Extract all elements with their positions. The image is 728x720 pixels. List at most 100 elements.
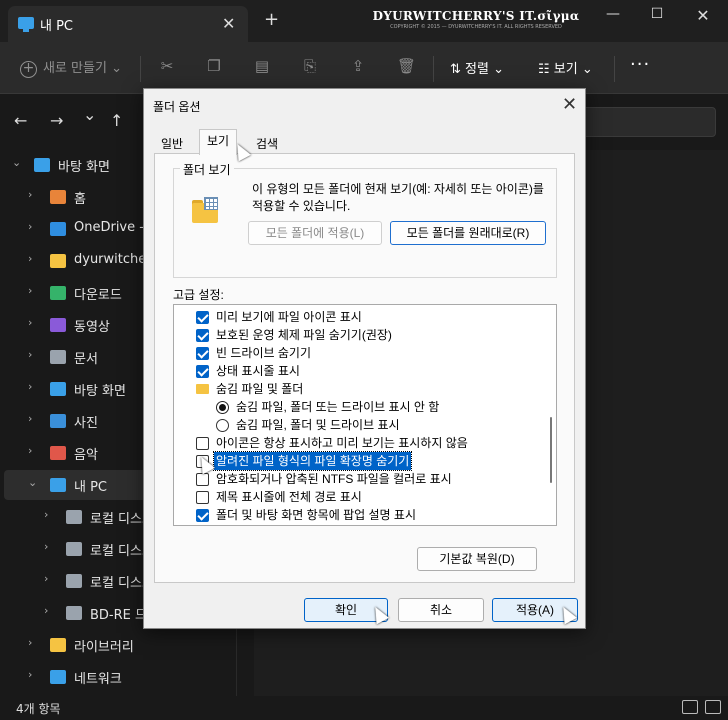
document-icon bbox=[50, 350, 66, 364]
chevron-right-icon[interactable]: › bbox=[28, 252, 32, 265]
chevron-down-icon[interactable]: ⌄ bbox=[28, 476, 37, 489]
cut-icon[interactable]: ✂ bbox=[158, 57, 176, 75]
view-icon: ☷ bbox=[538, 62, 554, 77]
setting-label: 보호된 운영 체제 파일 숨기기(권장) bbox=[216, 328, 392, 342]
more-options-button[interactable]: ··· bbox=[630, 54, 650, 75]
plus-circle-icon: + bbox=[20, 61, 37, 78]
window-close-button[interactable]: ✕ bbox=[680, 6, 726, 25]
sidebar-item[interactable]: › 네트워크 bbox=[4, 662, 236, 692]
tiles-view-icon[interactable] bbox=[705, 700, 721, 714]
chevron-right-icon[interactable]: › bbox=[28, 444, 32, 457]
chevron-right-icon[interactable]: › bbox=[44, 508, 48, 521]
checkbox-checked[interactable] bbox=[196, 365, 209, 378]
setting-label: 제목 표시줄에 전체 경로 표시 bbox=[216, 490, 362, 504]
video-icon bbox=[50, 318, 66, 332]
view-label: 보기 bbox=[553, 62, 578, 77]
setting-label: 상태 표시줄 표시 bbox=[216, 364, 300, 378]
chevron-right-icon[interactable]: › bbox=[28, 284, 32, 297]
radio-unselected[interactable] bbox=[216, 419, 229, 432]
watermark-subtitle: COPYRIGHT © 2015 — DYURWITCHERRY'S IT. A… bbox=[390, 24, 562, 30]
chevron-right-icon[interactable]: › bbox=[44, 604, 48, 617]
chevron-right-icon[interactable]: › bbox=[28, 348, 32, 361]
explorer-tab[interactable]: 내 PC ✕ bbox=[8, 6, 248, 42]
chevron-right-icon[interactable]: › bbox=[44, 572, 48, 585]
dialog-title: 폴더 옵션 bbox=[153, 100, 201, 114]
new-button[interactable]: + 새로 만들기 ⌄ bbox=[20, 57, 122, 78]
tab-title: 내 PC bbox=[40, 19, 74, 34]
chevron-right-icon[interactable]: › bbox=[28, 220, 32, 233]
checkbox-unchecked[interactable] bbox=[196, 473, 209, 486]
rename-icon[interactable]: ⎘ bbox=[301, 57, 319, 75]
item-count: 4개 항목 bbox=[16, 702, 61, 716]
picture-icon bbox=[50, 414, 66, 428]
title-bar: 내 PC ✕ + DYURWITCHERRY'S IT.σῖγμα COPYRI… bbox=[0, 0, 728, 42]
setting-label: 숨김 파일, 폴더 또는 드라이브 표시 안 함 bbox=[236, 400, 440, 414]
paste-icon[interactable]: ▤ bbox=[253, 57, 271, 75]
network-icon bbox=[50, 670, 66, 684]
tab-view[interactable]: 보기 bbox=[199, 129, 238, 155]
home-icon bbox=[50, 190, 66, 204]
grid-view-shape bbox=[204, 197, 218, 210]
disc-drive-icon bbox=[66, 606, 82, 620]
view-button[interactable]: ☷ 보기 ⌄ bbox=[538, 58, 593, 77]
setting-label: 폴더 및 바탕 화면 항목에 팝업 설명 표시 bbox=[216, 508, 416, 522]
dialog-close-button[interactable]: ✕ bbox=[562, 94, 577, 115]
forward-button[interactable]: → bbox=[50, 111, 63, 130]
chevron-right-icon[interactable]: › bbox=[28, 380, 32, 393]
apply-to-folders-button[interactable]: 모든 폴더에 적용(L) bbox=[248, 221, 382, 245]
tab-search[interactable]: 검색 bbox=[248, 132, 286, 154]
setting-label: 숨김 파일, 폴더 및 드라이브 표시 bbox=[236, 418, 400, 432]
command-bar: + 새로 만들기 ⌄ ✂ ❐ ▤ ⎘ ⇪ 🗑 ⇅ 정렬 ⌄ ☷ 보기 ⌄ ··· bbox=[0, 42, 728, 94]
delete-icon[interactable]: 🗑 bbox=[397, 57, 416, 75]
cancel-button[interactable]: 취소 bbox=[398, 598, 484, 622]
chevron-right-icon[interactable]: › bbox=[28, 188, 32, 201]
radio-selected[interactable] bbox=[216, 401, 229, 414]
tab-general[interactable]: 일반 bbox=[153, 132, 191, 154]
advanced-settings-label: 고급 설정: bbox=[173, 288, 224, 302]
checkbox-unchecked[interactable] bbox=[196, 437, 209, 450]
setting-label: 숨김 파일 및 폴더 bbox=[216, 382, 304, 396]
tab-close-button[interactable]: ✕ bbox=[222, 14, 235, 33]
sidebar-item-label: 라이브러리 bbox=[74, 640, 134, 655]
restore-defaults-button[interactable]: 기본값 복원(D) bbox=[417, 547, 537, 571]
recent-locations-button[interactable]: ⌄ bbox=[83, 105, 96, 124]
chevron-right-icon[interactable]: › bbox=[28, 668, 32, 681]
checkbox-checked[interactable] bbox=[196, 347, 209, 360]
checkbox-checked[interactable] bbox=[196, 311, 209, 324]
reset-folders-button[interactable]: 모든 폴더를 원래대로(R) bbox=[390, 221, 546, 245]
share-icon[interactable]: ⇪ bbox=[349, 57, 367, 75]
advanced-settings-list[interactable]: 미리 보기에 파일 아이콘 표시 보호된 운영 체제 파일 숨기기(권장) 빈 드라… bbox=[173, 304, 557, 526]
view-tab-panel: 폴더 보기 이 유형의 모든 폴더에 현재 보기(예: 자세히 또는 아이콘)를… bbox=[154, 153, 575, 583]
back-button[interactable]: ← bbox=[14, 111, 27, 130]
chevron-right-icon[interactable]: › bbox=[28, 316, 32, 329]
folder-view-icon bbox=[192, 197, 220, 225]
advanced-list-scrollbar[interactable] bbox=[546, 305, 556, 525]
checkbox-unchecked[interactable] bbox=[196, 491, 209, 504]
sort-button[interactable]: ⇅ 정렬 ⌄ bbox=[450, 58, 504, 77]
new-tab-button[interactable]: + bbox=[264, 11, 279, 29]
library-icon bbox=[50, 638, 66, 652]
copy-icon[interactable]: ❐ bbox=[205, 57, 223, 75]
sidebar-item[interactable]: › 라이브러리 bbox=[4, 630, 236, 660]
chevron-right-icon[interactable]: › bbox=[44, 540, 48, 553]
toolbar-divider bbox=[433, 56, 434, 82]
drive-icon bbox=[66, 542, 82, 556]
checkbox-checked[interactable] bbox=[196, 509, 209, 522]
download-icon bbox=[50, 286, 66, 300]
chevron-right-icon[interactable]: › bbox=[28, 412, 32, 425]
toolbar-divider bbox=[614, 56, 615, 82]
setting-label: 빈 드라이브 숨기기 bbox=[216, 346, 311, 360]
details-view-icon[interactable] bbox=[682, 700, 698, 714]
watermark: DYURWITCHERRY'S IT.σῖγμα COPYRIGHT © 201… bbox=[366, 9, 586, 30]
minimize-button[interactable]: — bbox=[590, 6, 636, 22]
desktop-icon bbox=[34, 158, 50, 172]
up-button[interactable]: ↑ bbox=[110, 111, 123, 130]
folder-view-description: 이 유형의 모든 폴더에 현재 보기(예: 자세히 또는 아이콘)를 적용할 수… bbox=[252, 182, 544, 213]
address-bar[interactable] bbox=[578, 107, 716, 137]
maximize-button[interactable]: ☐ bbox=[634, 6, 680, 22]
scrollbar-thumb[interactable] bbox=[550, 417, 552, 483]
music-icon bbox=[50, 446, 66, 460]
checkbox-checked[interactable] bbox=[196, 329, 209, 342]
chevron-right-icon[interactable]: › bbox=[28, 636, 32, 649]
chevron-down-icon[interactable]: ⌄ bbox=[12, 156, 21, 169]
